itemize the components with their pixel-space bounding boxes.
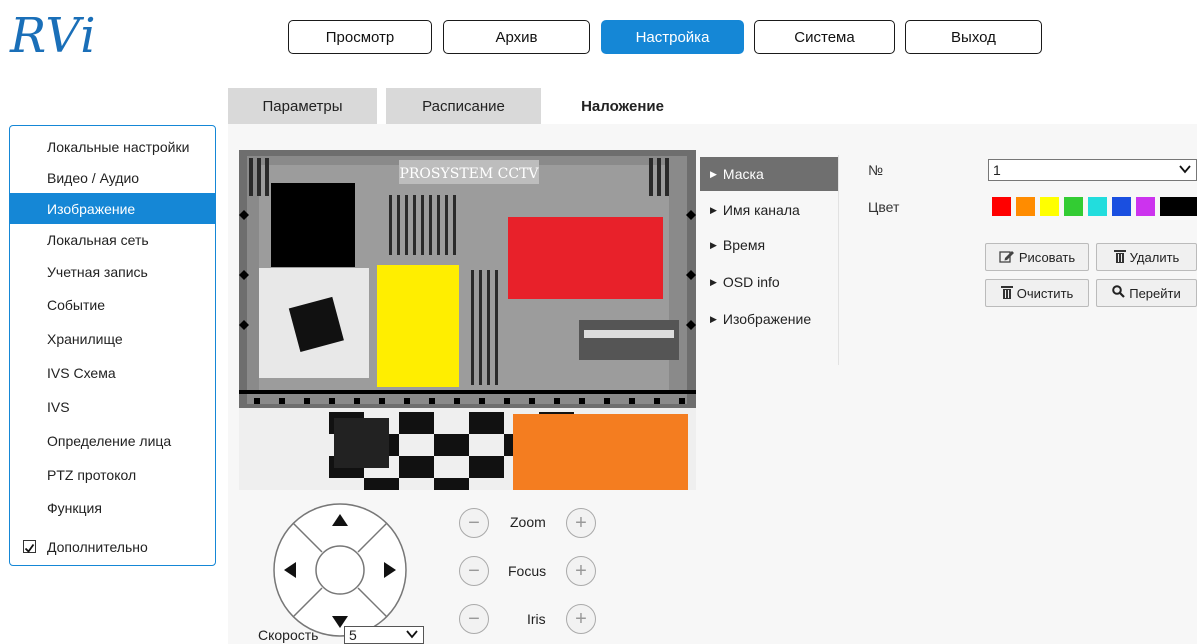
submenu-item-time[interactable]: ▶ Время (700, 228, 838, 262)
advanced-label: Дополнительно (47, 538, 148, 555)
mask-area-yellow[interactable] (377, 265, 459, 387)
delete-button[interactable]: Удалить (1096, 243, 1197, 271)
sidebar-item-ivs-scheme[interactable]: IVS Схема (10, 357, 215, 388)
speed-label: Скорость (258, 627, 319, 643)
color-swatch-green[interactable] (1064, 197, 1083, 216)
sidebar-item-advanced[interactable]: Дополнительно (10, 531, 215, 562)
trash-icon (1000, 285, 1013, 302)
number-label: № (868, 162, 884, 178)
submenu-label: Время (722, 237, 766, 253)
sidebar-item-ivs[interactable]: IVS (10, 391, 215, 422)
triangle-right-icon: ▶ (710, 313, 717, 324)
tab-parameters[interactable]: Параметры (228, 88, 377, 124)
submenu-item-image[interactable]: ▶ Изображение (700, 302, 838, 336)
color-swatch-yellow[interactable] (1040, 197, 1059, 216)
checkmark-icon (24, 543, 35, 553)
iris-open-button[interactable]: + (566, 604, 596, 634)
color-swatch-purple[interactable] (1136, 197, 1155, 216)
triangle-right-icon: ▶ (710, 276, 717, 287)
sidebar-item-storage[interactable]: Хранилище (10, 323, 215, 354)
minus-icon: − (468, 560, 480, 582)
submenu-item-osd-info[interactable]: ▶ OSD info (700, 265, 838, 299)
focus-label: Focus (508, 563, 547, 579)
mask-number-value: 1 (993, 162, 1001, 178)
submenu-label: Маска (722, 166, 764, 182)
sidebar-item-local-settings[interactable]: Локальные настройки (10, 131, 215, 162)
iris-close-button[interactable]: − (459, 604, 489, 634)
speed-value: 5 (349, 627, 357, 643)
svg-text:PROSYSTEM CCTV: PROSYSTEM CCTV (399, 166, 539, 182)
focus-far-button[interactable]: + (566, 556, 596, 586)
pan-right-icon[interactable] (380, 560, 398, 580)
tab-overlay[interactable]: Наложение (550, 88, 695, 124)
sidebar-item-ptz-protocol[interactable]: PTZ протокол (10, 459, 215, 490)
color-swatch-cyan[interactable] (1088, 197, 1107, 216)
delete-button-label: Удалить (1129, 249, 1180, 265)
rvi-logo: RVi (10, 8, 97, 64)
draw-button-label: Рисовать (1018, 249, 1076, 265)
sidebar-item-face-detection[interactable]: Определение лица (10, 425, 215, 456)
submenu-divider (838, 155, 839, 365)
speed-select[interactable]: 5 (344, 626, 424, 644)
chevron-down-icon (405, 627, 419, 644)
tab-schedule[interactable]: Расписание (386, 88, 541, 124)
plus-icon: + (575, 512, 587, 534)
triangle-right-icon: ▶ (710, 168, 717, 179)
video-preview[interactable]: PROSYSTEM CCTV (239, 150, 696, 490)
color-swatch-blue[interactable] (1112, 197, 1131, 216)
goto-button-label: Перейти (1129, 285, 1181, 301)
color-swatch-red[interactable] (992, 197, 1011, 216)
clear-button[interactable]: Очистить (985, 279, 1089, 307)
zoom-label: Zoom (510, 514, 546, 530)
mask-area-orange[interactable] (513, 414, 688, 490)
submenu-item-mask[interactable]: ▶ Маска (700, 157, 838, 191)
mask-area-black[interactable] (271, 183, 355, 267)
color-label: Цвет (868, 199, 900, 215)
iris-label: Iris (527, 611, 546, 627)
trash-icon (1113, 249, 1126, 266)
pan-left-icon[interactable] (282, 560, 300, 580)
nav-button-exit[interactable]: Выход (905, 20, 1042, 54)
sidebar-item-image[interactable]: Изображение (10, 193, 215, 224)
focus-near-button[interactable]: − (459, 556, 489, 586)
minus-icon: − (468, 512, 480, 534)
color-swatch-orange[interactable] (1016, 197, 1035, 216)
submenu-label: Имя канала (722, 202, 800, 218)
color-swatch-black[interactable] (1160, 197, 1197, 216)
mask-area-red[interactable] (508, 217, 663, 299)
sidebar-item-account[interactable]: Учетная запись (10, 256, 215, 287)
chevron-down-icon (1178, 161, 1192, 180)
pan-up-icon[interactable] (330, 512, 350, 530)
submenu-item-channel-name[interactable]: ▶ Имя канала (700, 193, 838, 227)
nav-button-archive[interactable]: Архив (443, 20, 590, 54)
nav-button-system[interactable]: Система (754, 20, 895, 54)
plus-icon: + (575, 608, 587, 630)
zoom-in-button[interactable]: + (566, 508, 596, 538)
mask-number-select[interactable]: 1 (988, 159, 1197, 181)
clear-button-label: Очистить (1016, 285, 1074, 301)
sidebar-item-function[interactable]: Функция (10, 492, 215, 523)
plus-icon: + (575, 560, 587, 582)
zoom-out-button[interactable]: − (459, 508, 489, 538)
triangle-right-icon: ▶ (710, 204, 717, 215)
sidebar-item-video-audio[interactable]: Видео / Аудио (10, 162, 215, 193)
draw-button[interactable]: Рисовать (985, 243, 1089, 271)
submenu-label: Изображение (722, 311, 812, 327)
triangle-right-icon: ▶ (710, 239, 717, 250)
settings-tabs: Параметры Расписание Наложение (228, 88, 1197, 124)
search-icon (1112, 285, 1126, 301)
pencil-icon (999, 249, 1015, 266)
sidebar: Локальные настройки Видео / Аудио Изобра… (9, 125, 216, 566)
advanced-checkbox[interactable] (23, 540, 36, 553)
nav-button-settings[interactable]: Настройка (601, 20, 744, 54)
nav-button-view[interactable]: Просмотр (288, 20, 432, 54)
goto-button[interactable]: Перейти (1096, 279, 1197, 307)
minus-icon: − (468, 608, 480, 630)
overlay-submenu: ▶ Маска ▶ Имя канала ▶ Время ▶ OSD info ▶ Изо… (700, 155, 840, 365)
submenu-label: OSD info (722, 274, 780, 290)
sidebar-item-event[interactable]: Событие (10, 289, 215, 320)
sidebar-item-local-network[interactable]: Локальная сеть (10, 224, 215, 255)
ptz-direction-pad (270, 500, 410, 640)
